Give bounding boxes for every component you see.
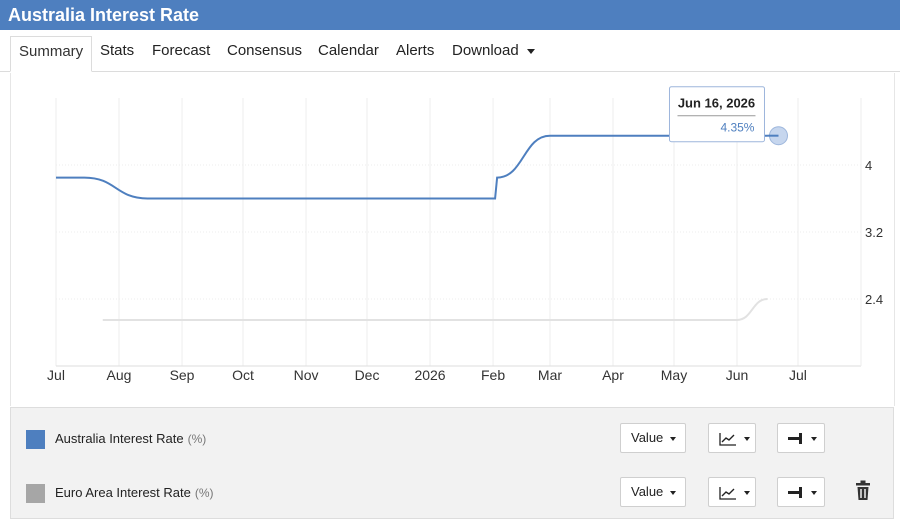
trash-icon[interactable] [853,480,873,502]
value-dropdown[interactable]: Value [620,423,686,453]
series-label: Australia Interest Rate [55,431,184,446]
axis-icon [788,432,802,444]
series-label: Euro Area Interest Rate [55,485,191,500]
legend-row-australia: Australia Interest Rate (%) Value [11,418,895,458]
value-dropdown-label: Value [631,430,664,445]
legend-row-euro-area: Euro Area Interest Rate (%) Value [11,472,895,512]
chevron-down-icon [744,436,750,441]
tab-stats[interactable]: Stats [92,36,142,72]
x-tick-label: Oct [232,367,254,383]
tab-bar: Summary Stats Forecast Consensus Calenda… [0,30,900,72]
chevron-down-icon [744,490,750,495]
x-tick-label: Jul [789,367,807,383]
axis-dropdown[interactable] [777,477,825,507]
y-tick-label: 4 [865,158,872,173]
chevron-down-icon [670,490,677,495]
axis-dropdown[interactable] [777,423,825,453]
legend-panel: Australia Interest Rate (%) Value Euro Ar… [10,407,894,519]
y-tick-label: 3.2 [865,225,883,240]
tab-summary[interactable]: Summary [10,36,93,72]
series-name-australia: Australia Interest Rate (%) [55,431,206,446]
series-color-swatch[interactable] [26,430,45,449]
series-color-swatch[interactable] [26,484,45,503]
value-dropdown-label: Value [631,484,664,499]
x-tick-label: Feb [481,367,505,383]
chart-type-dropdown[interactable] [708,423,756,453]
x-tick-label: Dec [355,367,380,383]
series-name-euro-area: Euro Area Interest Rate (%) [55,485,214,500]
value-dropdown[interactable]: Value [620,477,686,507]
chevron-down-icon [811,490,817,495]
chevron-down-icon [670,436,677,441]
series-line-australia [56,134,768,200]
x-tick-label: Sep [170,367,195,383]
x-tick-label: May [661,367,687,383]
tab-forecast[interactable]: Forecast [144,36,218,72]
x-tick-label: Mar [538,367,562,383]
line-chart-icon [719,432,736,446]
series-unit: (%) [187,432,207,446]
line-chart-icon [719,486,736,500]
x-tick-label: Aug [107,367,132,383]
tab-download-label: Download [452,42,519,59]
chevron-down-icon [526,48,535,54]
page-title: Australia Interest Rate [0,0,900,30]
tooltip-value: 4.35% [720,121,754,135]
tab-alerts[interactable]: Alerts [388,36,442,72]
x-tick-label: Jul [47,367,65,383]
tab-download[interactable]: Download [444,36,543,72]
x-tick-label: Jun [726,367,749,383]
x-tick-label: 2026 [414,367,445,383]
series-unit: (%) [194,486,214,500]
chevron-down-icon [811,436,817,441]
x-tick-label: Apr [602,367,624,383]
tab-consensus[interactable]: Consensus [219,36,310,72]
tab-calendar[interactable]: Calendar [310,36,387,72]
axis-icon [788,486,802,498]
series-line-euro-area [102,298,768,321]
line-chart: Jul Aug Sep Oct Nov Dec 2026 Feb Mar Apr May Jun Jul… [47,86,883,383]
y-tick-label: 2.4 [865,292,883,307]
x-tick-label: Nov [294,367,319,383]
chart-area: Jul Aug Sep Oct Nov Dec 2026 Feb Mar Apr May Jun Jul… [10,73,895,406]
tooltip-date: Jun 16, 2026 [678,96,755,111]
chart-type-dropdown[interactable] [708,477,756,507]
